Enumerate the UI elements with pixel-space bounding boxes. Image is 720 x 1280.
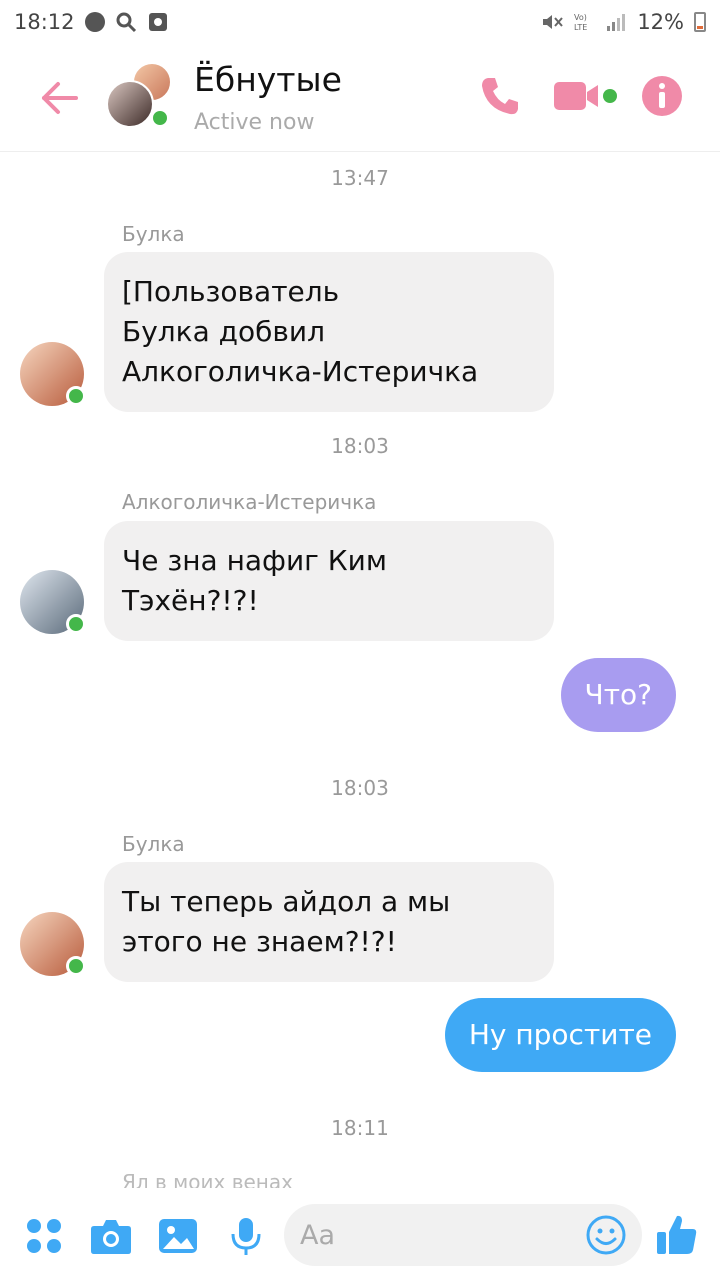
svg-text:Vo): Vo): [574, 13, 587, 22]
signal-icon: [605, 11, 627, 33]
avatar[interactable]: [20, 570, 86, 634]
microphone-icon: [231, 1218, 261, 1255]
timestamp: 18:11: [331, 1116, 389, 1140]
like-button[interactable]: [656, 1212, 698, 1256]
info-button[interactable]: [640, 74, 684, 118]
message-composer: [284, 1204, 642, 1266]
camera-icon: [91, 1220, 131, 1254]
sender-name: Булка: [122, 222, 185, 246]
back-button[interactable]: [38, 76, 82, 120]
phone-icon: [482, 78, 518, 115]
timestamp: 13:47: [331, 166, 389, 190]
music-icon: [84, 12, 105, 32]
emoji-button[interactable]: [586, 1215, 626, 1255]
sender-name: Булка: [122, 832, 185, 856]
status-time: 18:12: [14, 10, 75, 34]
message-input[interactable]: [300, 1204, 570, 1266]
message-bubble[interactable]: Ты теперь айдол а мы этого не знаем?!?!: [104, 862, 554, 982]
volte-icon: Vo) LTE: [573, 11, 595, 33]
call-button[interactable]: [478, 74, 522, 118]
group-avatar[interactable]: [106, 62, 172, 128]
voice-button[interactable]: [228, 1216, 264, 1256]
image-icon: [159, 1219, 197, 1253]
gallery-button[interactable]: [158, 1216, 198, 1256]
online-indicator: [66, 386, 86, 406]
svg-text:LTE: LTE: [574, 23, 587, 32]
status-bar: 18:12 Vo) LTE 12%: [0, 0, 720, 44]
thumbs-up-icon: [657, 1215, 697, 1254]
avatar[interactable]: [20, 912, 86, 976]
message-bubble[interactable]: [Пользователь Булка добвил Алкоголичка-И…: [104, 252, 554, 412]
message-bubble[interactable]: Че зна нафиг Ким Тэхён?!?!: [104, 521, 554, 641]
chat-title[interactable]: Ёбнутые: [194, 60, 342, 99]
chat-header: Ёбнутые Active now: [0, 44, 720, 152]
battery-percent: 12%: [637, 10, 684, 34]
video-call-button[interactable]: [554, 74, 618, 118]
timestamp: 18:03: [331, 434, 389, 458]
camera-button[interactable]: [90, 1216, 132, 1256]
active-status: Active now: [194, 110, 315, 135]
grid-dots-icon: [27, 1219, 61, 1253]
battery-icon: [694, 12, 706, 32]
timestamp: 18:03: [331, 776, 389, 800]
avatar: [106, 80, 154, 128]
composer-bar: [0, 1188, 720, 1280]
online-indicator: [66, 614, 86, 634]
mute-icon: [541, 11, 564, 33]
online-indicator: [66, 956, 86, 976]
message-bubble-outgoing[interactable]: Ну простите: [444, 998, 676, 1072]
search-icon: [115, 11, 137, 33]
message-bubble-outgoing[interactable]: Что?: [560, 658, 676, 732]
avatar[interactable]: [20, 342, 86, 406]
online-indicator: [150, 108, 170, 128]
screenshot-icon: [147, 11, 169, 33]
video-camera-icon: [554, 82, 617, 110]
smiley-icon: [586, 1215, 626, 1255]
sender-name: Алкоголичка-Истеричка: [122, 490, 377, 514]
more-button[interactable]: [24, 1216, 64, 1256]
info-icon: [642, 76, 682, 116]
arrow-left-icon: [42, 82, 78, 114]
